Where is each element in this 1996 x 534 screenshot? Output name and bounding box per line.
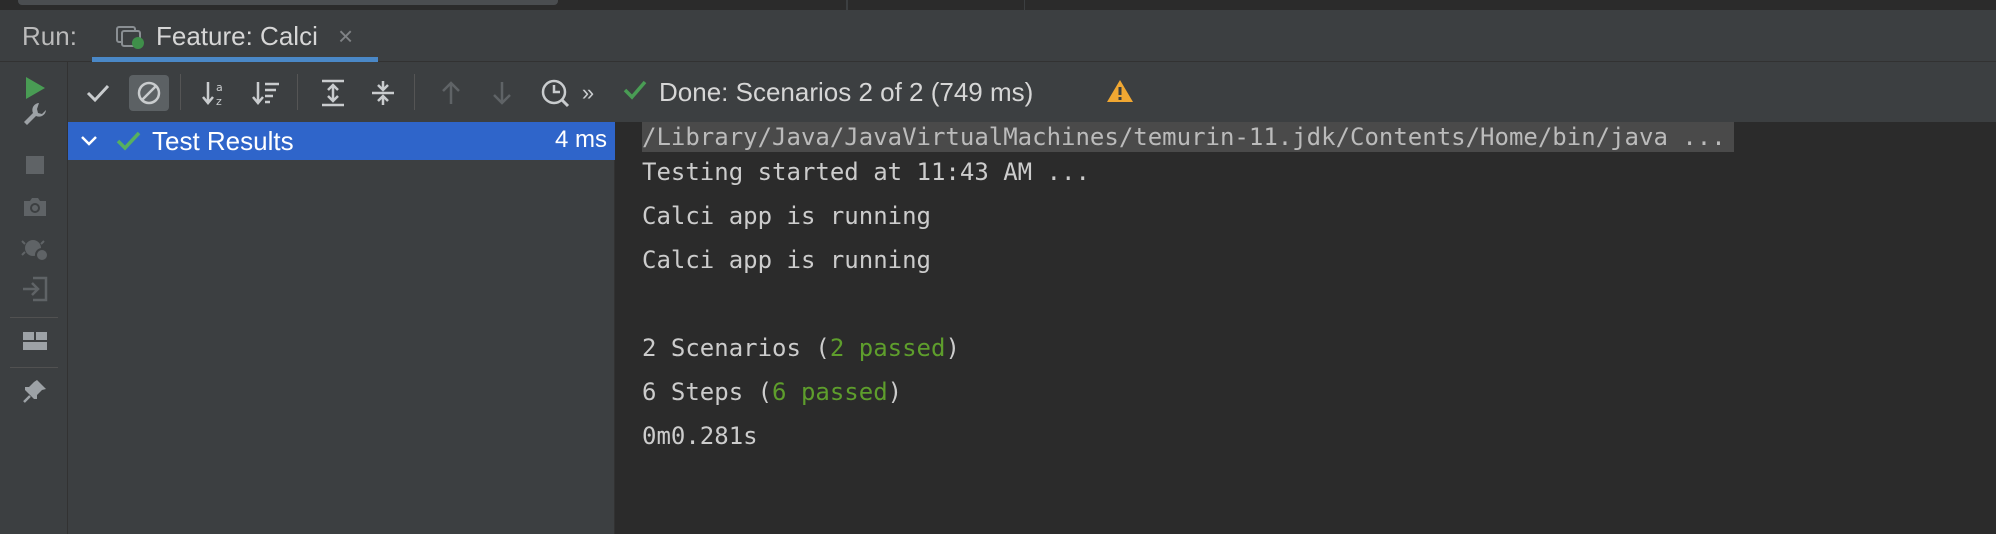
test-status: Done: Scenarios 2 of 2 (749 ms): [623, 77, 1033, 108]
sort-duration-icon[interactable]: [246, 75, 286, 111]
divider: [414, 74, 415, 110]
divider: [10, 367, 58, 368]
pin-icon[interactable]: [20, 376, 50, 406]
divider: [1024, 0, 1025, 10]
summary-text: ): [945, 334, 960, 362]
collapse-all-icon[interactable]: [363, 75, 403, 111]
divider: [297, 74, 298, 110]
passed-check-icon: [116, 130, 142, 157]
status-text: Done: Scenarios 2 of 2 (749 ms): [659, 77, 1034, 107]
close-icon[interactable]: ×: [338, 21, 353, 52]
tab-feature-calci[interactable]: Feature: Calci ×: [92, 10, 378, 62]
test-history-icon[interactable]: [535, 75, 575, 111]
console-duration: 0m0.281s: [642, 422, 758, 450]
run-label: Run:: [22, 21, 77, 51]
camera-icon[interactable]: [20, 192, 50, 222]
run-tool-window-header: Run: Feature: Calci ×: [0, 10, 1996, 62]
prev-failed-icon[interactable]: [431, 75, 471, 111]
chevron-down-icon[interactable]: [78, 130, 100, 157]
console-steps-summary: 6 Steps (6 passed): [642, 377, 902, 407]
console-line: Testing started at 11:43 AM ...: [642, 158, 1090, 186]
more-chevron-icon[interactable]: »: [576, 75, 600, 111]
console-line: Calci app is running: [642, 202, 931, 230]
console-scenarios-summary: 2 Scenarios (2 passed): [642, 333, 960, 363]
warning-icon[interactable]: [1106, 78, 1134, 109]
show-ignored-icon[interactable]: [129, 75, 169, 111]
divider: [180, 74, 181, 110]
run-toolbar: az » Done: Scenarios 2 of 2 (749 ms): [68, 62, 1996, 122]
cucumber-feature-icon: [116, 26, 146, 50]
svg-text:a: a: [216, 81, 223, 94]
next-failed-icon[interactable]: [482, 75, 522, 111]
divider: [846, 0, 848, 10]
more-label: »: [581, 80, 595, 105]
exit-icon[interactable]: [20, 274, 50, 304]
passed-count: 2 passed: [829, 334, 946, 362]
debug-exception-icon[interactable]: [20, 233, 50, 263]
summary-text: ): [887, 378, 903, 406]
stop-icon[interactable]: [20, 150, 50, 180]
wrench-icon[interactable]: [20, 99, 50, 129]
tab-title: Feature: Calci: [156, 21, 318, 51]
tree-row-test-results[interactable]: Test Results 4 ms: [68, 122, 615, 160]
horizontal-scrollbar[interactable]: [18, 0, 558, 5]
run-left-toolbar: [0, 62, 68, 534]
console-command-line[interactable]: /Library/Java/JavaVirtualMachines/temuri…: [642, 122, 1734, 152]
sort-alpha-icon[interactable]: az: [196, 75, 236, 111]
summary-text: 6 Steps (: [642, 378, 773, 406]
top-strip: [0, 0, 1996, 10]
passed-count: 6 passed: [772, 378, 888, 406]
show-passed-icon[interactable]: [78, 75, 118, 111]
console-output[interactable]: /Library/Java/JavaVirtualMachines/temuri…: [616, 122, 1996, 534]
svg-text:z: z: [216, 95, 222, 107]
summary-text: 2 Scenarios (: [642, 334, 830, 362]
test-results-tree: Test Results 4 ms: [68, 122, 615, 534]
console-line: Calci app is running: [642, 246, 931, 274]
expand-all-icon[interactable]: [313, 75, 353, 111]
layout-icon[interactable]: [20, 326, 50, 356]
tree-row-label: Test Results: [152, 126, 294, 156]
success-check-icon: [623, 77, 647, 108]
tree-row-duration: 4 ms: [554, 126, 607, 153]
divider: [10, 317, 58, 318]
